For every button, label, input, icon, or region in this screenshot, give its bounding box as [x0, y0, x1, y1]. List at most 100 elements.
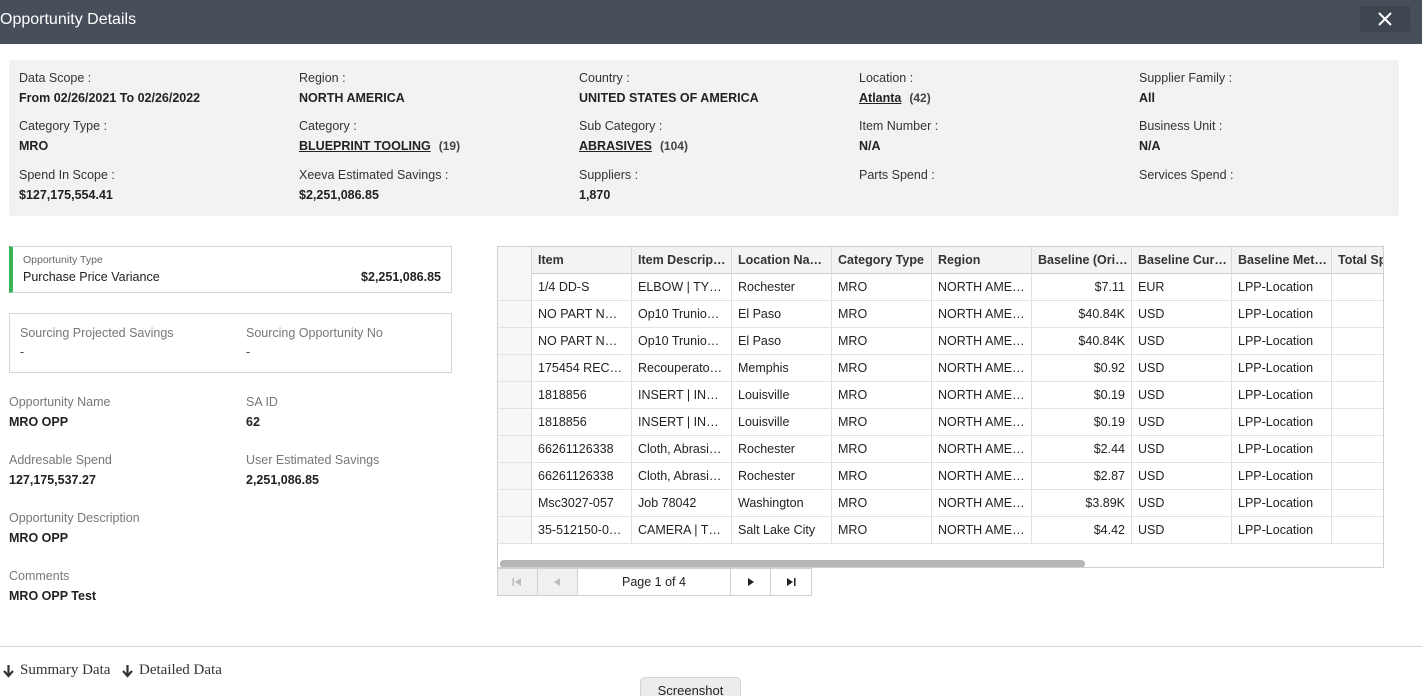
table-cell: LPP-Location: [1232, 409, 1332, 435]
table-cell: CAMERA | TY…: [632, 517, 732, 543]
prev-page-button[interactable]: [537, 569, 578, 595]
row-selector[interactable]: [498, 436, 532, 462]
column-header[interactable]: Total Sp: [1332, 247, 1383, 274]
table-cell: $1: [1332, 463, 1383, 489]
table-cell: 1818856: [532, 409, 632, 435]
location-link[interactable]: Atlanta: [859, 91, 901, 105]
table-cell: $0.19: [1032, 382, 1132, 408]
column-header[interactable]: Baseline Met…: [1232, 247, 1332, 274]
table-row[interactable]: NO PART NU… Op10 Trunion… El Paso MRO NORTH …: [498, 328, 1383, 355]
table-cell: Memphis: [732, 355, 832, 381]
dialog-title: Opportunity Details: [0, 11, 137, 28]
addresable-spend-label: Addresable Spend: [9, 453, 112, 467]
table-cell: NORTH AME…: [932, 274, 1032, 300]
column-header[interactable]: Baseline Cur…: [1132, 247, 1232, 274]
row-selector[interactable]: [498, 517, 532, 543]
row-selector[interactable]: [498, 463, 532, 489]
table-row[interactable]: 175454 REC… Recouperator… Memphis MRO NORTH …: [498, 355, 1383, 382]
column-header[interactable]: Category Type: [832, 247, 932, 274]
table-cell: LPP-Location: [1232, 355, 1332, 381]
spend-in-scope-value: $127,175,554.41: [19, 188, 113, 202]
table-cell: 35-512150-0…: [532, 517, 632, 543]
table-cell: NO PART NU…: [532, 301, 632, 327]
xeeva-savings-label: Xeeva Estimated Savings :: [299, 168, 449, 182]
first-page-button[interactable]: [498, 569, 538, 595]
table-cell: Louisville: [732, 409, 832, 435]
prev-page-icon: [554, 578, 561, 586]
sa-id-label: SA ID: [246, 395, 278, 409]
row-selector[interactable]: [498, 328, 532, 354]
item-number-field: Item Number : N/A: [859, 118, 938, 154]
table-row[interactable]: 1818856 INSERT | INS… Louisville MRO NORTH A…: [498, 382, 1383, 409]
sourcing-opportunity-no-label: Sourcing Opportunity No: [246, 326, 383, 340]
download-arrow-icon: [3, 664, 14, 678]
table-cell: USD: [1132, 463, 1232, 489]
spend-in-scope-field: Spend In Scope : $127,175,554.41: [19, 167, 115, 203]
table-cell: MRO: [832, 301, 932, 327]
row-selector[interactable]: [498, 382, 532, 408]
table-row[interactable]: Msc3027-057 Job 78042 Washington MRO NORTH A…: [498, 490, 1383, 517]
table-cell: MRO: [832, 382, 932, 408]
xeeva-savings-field: Xeeva Estimated Savings : $2,251,086.85: [299, 167, 448, 203]
item-number-value: N/A: [859, 139, 881, 153]
horizontal-scrollbar[interactable]: [498, 557, 1383, 567]
table-cell: $0.19: [1032, 409, 1132, 435]
table-row[interactable]: 66261126338 Cloth, Abrasiv… Rochester MRO NO…: [498, 436, 1383, 463]
region-label: Region :: [299, 71, 346, 85]
sub-category-link[interactable]: ABRASIVES: [579, 139, 652, 153]
sourcing-projected-savings-value: -: [20, 345, 25, 359]
table-cell: EUR: [1132, 274, 1232, 300]
table-cell: USD: [1132, 382, 1232, 408]
footer-divider: [0, 646, 1422, 647]
table-cell: USD: [1132, 355, 1232, 381]
category-label: Category :: [299, 119, 357, 133]
scrollbar-thumb[interactable]: [500, 560, 1085, 567]
column-header[interactable]: Baseline (Ori…: [1032, 247, 1132, 274]
pagination: Page 1 of 4: [497, 568, 812, 596]
business-unit-value: N/A: [1139, 139, 1161, 153]
sourcing-projected-savings-label: Sourcing Projected Savings: [20, 326, 174, 340]
table-cell: Washington: [732, 490, 832, 516]
table-cell: NORTH AME…: [932, 463, 1032, 489]
table-cell: $3: [1332, 382, 1383, 408]
table-row[interactable]: 1818856 INSERT | INS… Louisville MRO NORTH A…: [498, 409, 1383, 436]
category-link[interactable]: BLUEPRINT TOOLING: [299, 139, 431, 153]
table-row[interactable]: 66261126338 Cloth, Abrasiv… Rochester MRO NO…: [498, 463, 1383, 490]
close-button[interactable]: [1360, 6, 1410, 32]
row-selector[interactable]: [498, 409, 532, 435]
table-cell: Cloth, Abrasiv…: [632, 436, 732, 462]
opportunity-description-field: Opportunity Description MRO OPP: [9, 510, 140, 546]
sourcing-box: Sourcing Projected Savings - Sourcing Op…: [9, 313, 452, 373]
table-cell: LPP-Location: [1232, 517, 1332, 543]
screenshot-button[interactable]: Screenshot: [640, 677, 741, 696]
row-selector[interactable]: [498, 274, 532, 300]
row-selector[interactable]: [498, 301, 532, 327]
column-header[interactable]: Item Descrip…: [632, 247, 732, 274]
table-cell: NORTH AME…: [932, 490, 1032, 516]
table-row[interactable]: 35-512150-0… CAMERA | TY… Salt Lake City MR…: [498, 517, 1383, 544]
spend-in-scope-label: Spend In Scope :: [19, 168, 115, 182]
table-cell: MRO: [832, 436, 932, 462]
addresable-spend-field: Addresable Spend 127,175,537.27: [9, 452, 112, 488]
table-cell: $2: [1332, 409, 1383, 435]
last-page-button[interactable]: [771, 569, 811, 595]
suppliers-label: Suppliers :: [579, 168, 639, 182]
table-cell: Recouperator…: [632, 355, 732, 381]
column-header[interactable]: Item: [532, 247, 632, 274]
table-cell: $1: [1332, 490, 1383, 516]
row-selector[interactable]: [498, 355, 532, 381]
table-cell: Rochester: [732, 436, 832, 462]
table-cell: NORTH AME…: [932, 382, 1032, 408]
table-row[interactable]: NO PART NU… Op10 Trunion… El Paso MRO NORTH …: [498, 301, 1383, 328]
column-header[interactable]: Region: [932, 247, 1032, 274]
row-selector[interactable]: [498, 490, 532, 516]
next-page-button[interactable]: [731, 569, 772, 595]
row-selector-header[interactable]: [498, 247, 532, 274]
category-field: Category : BLUEPRINT TOOLING (19): [299, 118, 460, 154]
category-type-field: Category Type : MRO: [19, 118, 107, 154]
summary-data-download[interactable]: Summary Data: [2, 662, 110, 679]
column-header[interactable]: Location Na…: [732, 247, 832, 274]
detailed-data-download[interactable]: Detailed Data: [121, 662, 222, 679]
table-row[interactable]: 1/4 DD-S ELBOW | TYP… Rochester MRO NORTH AM…: [498, 274, 1383, 301]
xeeva-savings-value: $2,251,086.85: [299, 188, 379, 202]
